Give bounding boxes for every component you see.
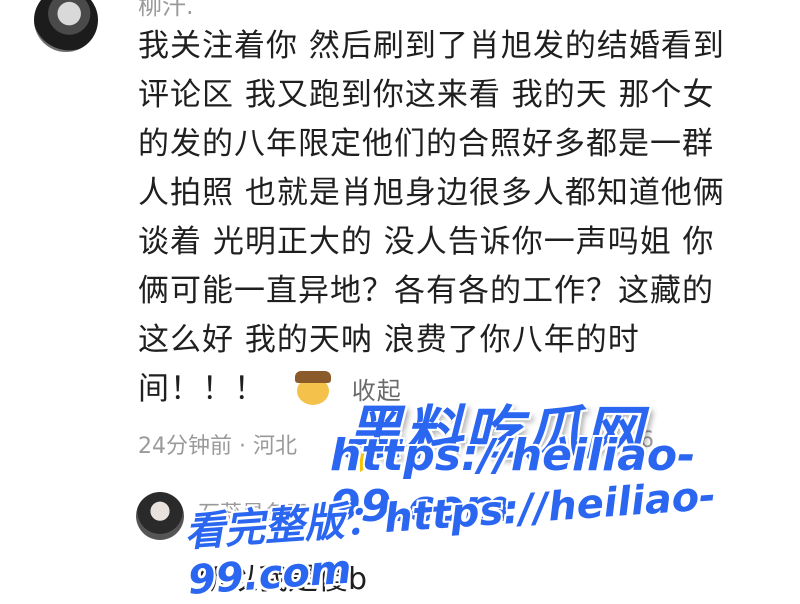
comment-line: 我关注着你 然后刷到了肖旭发的结婚看到	[138, 28, 725, 64]
comment-line: 人拍照 也就是肖旭身边很多人都知道他俩	[138, 175, 725, 211]
watermark-full-version: 看完整版：https://heiliao-99.com	[182, 457, 800, 604]
comment-line: 间！！！	[138, 371, 266, 407]
comment-line: 谈着 光明正大的 没人告诉你一声吗姐 你	[138, 224, 715, 260]
comment-author[interactable]: 柳汗.	[138, 0, 194, 21]
comment-line: 的发的八年限定他们的合照好多都是一群	[138, 126, 714, 162]
watermark-full-prefix: 看完整版：	[183, 496, 386, 556]
comment-line: 评论区 我又跑到你这来看 我的天 那个女	[138, 77, 715, 113]
comment-line: 这么好 我的天呐 浪费了你八年的时	[138, 322, 640, 358]
comment-line: 俩可能一直异地？各有各的工作？这藏的	[138, 273, 714, 309]
cowboy-face-icon	[294, 369, 331, 405]
comment-body: 我关注着你 然后刷到了肖旭发的结婚看到 评论区 我又跑到你这来看 我的天 那个女…	[138, 22, 778, 416]
comment-meta: 24分钟前 · 河北	[138, 434, 297, 459]
comment-avatar[interactable]	[34, 0, 98, 52]
reply-avatar[interactable]	[136, 492, 184, 540]
